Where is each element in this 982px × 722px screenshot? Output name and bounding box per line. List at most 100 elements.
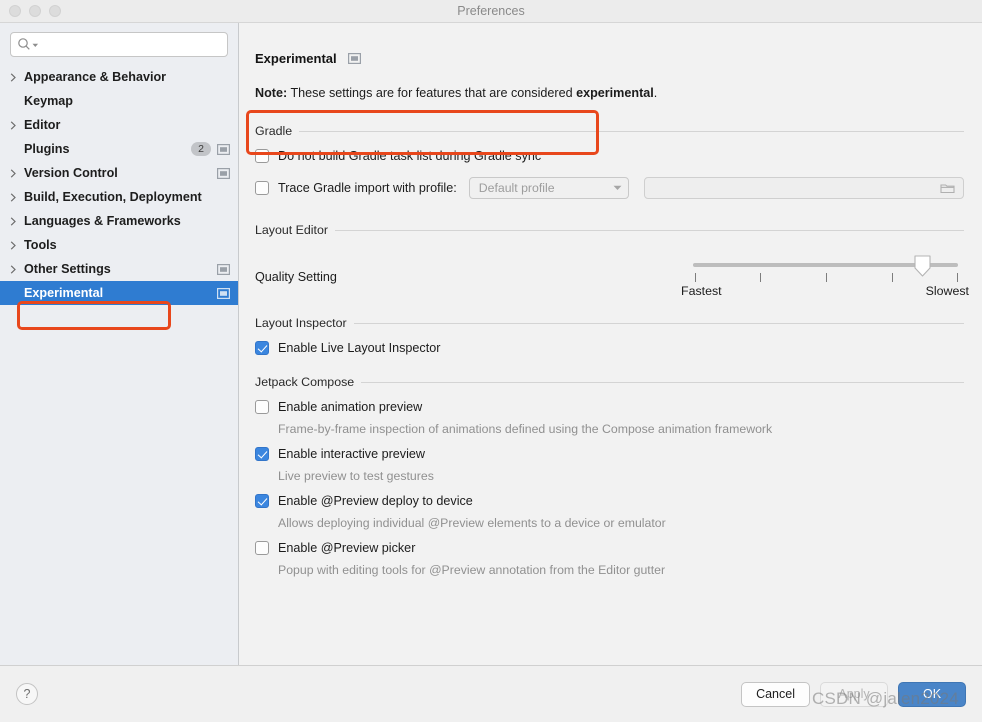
enable-interactive-preview-row[interactable]: Enable interactive preview: [255, 447, 964, 461]
enable-preview-deploy-to-device-checkbox[interactable]: [255, 494, 269, 508]
sidebar-item-label: Languages & Frameworks: [24, 214, 181, 228]
profile-path-field[interactable]: [643, 177, 964, 199]
chevron-right-icon[interactable]: [10, 192, 24, 202]
jetpack-compose-group-header: Jetpack Compose: [255, 375, 964, 389]
profile-select[interactable]: Default profile: [468, 177, 629, 199]
slider-tick: [695, 273, 696, 282]
slider-thumb[interactable]: [914, 255, 931, 277]
panel-icon: [347, 53, 361, 64]
sidebar-item-label: Build, Execution, Deployment: [24, 190, 202, 204]
layout-inspector-group-header: Layout Inspector: [255, 316, 964, 330]
close-icon[interactable]: [9, 5, 21, 17]
group-divider: [299, 130, 964, 132]
layout-inspector-group: Layout Inspector Enable Live Layout Insp…: [255, 316, 964, 355]
gradle-group-header: Gradle: [255, 124, 964, 138]
sidebar-item-keymap[interactable]: Keymap: [0, 89, 238, 113]
quality-setting-row: Quality Setting Fastest Slowest: [255, 254, 969, 298]
enable-preview-picker-row[interactable]: Enable @Preview picker: [255, 541, 964, 555]
gradle-group: Gradle Do not build Gradle task list dur…: [255, 124, 964, 199]
sidebar-item-label: Plugins: [24, 142, 70, 156]
sidebar-item-label: Tools: [24, 238, 57, 252]
panel-icon: [217, 263, 230, 275]
enable-animation-preview-label: Enable animation preview: [278, 400, 423, 414]
layout-inspector-group-label: Layout Inspector: [255, 316, 347, 330]
note-text: These settings are for features that are…: [287, 86, 577, 100]
enable-preview-picker-desc: Popup with editing tools for @Preview an…: [278, 563, 666, 577]
sidebar-item-experimental[interactable]: Experimental: [0, 281, 238, 305]
enable-preview-picker-checkbox[interactable]: [255, 541, 269, 555]
slider-tick: [892, 273, 893, 282]
profile-select-value: Default profile: [478, 181, 555, 195]
traffic-light-group: [9, 5, 61, 17]
enable-preview-deploy-to-device-row[interactable]: Enable @Preview deploy to device: [255, 494, 964, 508]
slider-tick: [957, 273, 958, 282]
experimental-note: Note: These settings are for features th…: [255, 86, 964, 100]
trace-gradle-import-label: Trace Gradle import with profile:: [278, 181, 457, 195]
layout-editor-group-label: Layout Editor: [255, 223, 329, 237]
chevron-right-icon[interactable]: [10, 168, 24, 178]
slider-tick: [760, 273, 761, 282]
chevron-down-icon[interactable]: [32, 36, 39, 54]
dialog-footer: ? Cancel Apply OK: [0, 666, 982, 722]
group-divider: [361, 381, 964, 383]
enable-animation-preview-checkbox[interactable]: [255, 400, 269, 414]
enable-preview-picker-label: Enable @Preview picker: [278, 541, 416, 555]
quality-setting-label: Quality Setting: [255, 270, 337, 284]
enable-live-layout-inspector-row[interactable]: Enable Live Layout Inspector: [255, 341, 964, 355]
jetpack-compose-group: Jetpack Compose Enable animation preview…: [255, 375, 964, 577]
enable-preview-deploy-to-device-desc: Allows deploying individual @Preview ele…: [278, 516, 666, 530]
sidebar-item-editor[interactable]: Editor: [0, 113, 238, 137]
chevron-right-icon[interactable]: [10, 120, 24, 130]
sidebar-item-build-execution-deployment[interactable]: Build, Execution, Deployment: [0, 185, 238, 209]
sidebar-item-tools[interactable]: Tools: [0, 233, 238, 257]
do-not-build-task-list-checkbox[interactable]: [255, 149, 269, 163]
footer-buttons: Cancel Apply OK: [741, 681, 966, 707]
sidebar-item-label: Version Control: [24, 166, 118, 180]
chevron-right-icon[interactable]: [10, 264, 24, 274]
gradle-group-label: Gradle: [255, 124, 293, 138]
help-button[interactable]: ?: [16, 683, 38, 705]
window-title: Preferences: [457, 4, 525, 18]
trace-gradle-import-checkbox[interactable]: [255, 181, 269, 195]
note-bold: experimental: [576, 86, 654, 100]
chevron-down-icon: [613, 183, 622, 193]
note-prefix: Note:: [255, 86, 288, 100]
enable-interactive-preview-checkbox[interactable]: [255, 447, 269, 461]
slider-max-label: Slowest: [925, 284, 969, 298]
sidebar-item-version-control[interactable]: Version Control: [0, 161, 238, 185]
sidebar-item-other-settings[interactable]: Other Settings: [0, 257, 238, 281]
enable-live-layout-inspector-label: Enable Live Layout Inspector: [278, 341, 441, 355]
enable-preview-deploy-to-device-label: Enable @Preview deploy to device: [278, 494, 473, 508]
preferences-window: Preferences Appearance & Behavior Keymap…: [0, 0, 982, 722]
sidebar-item-plugins[interactable]: Plugins 2: [0, 137, 238, 161]
ok-button[interactable]: OK: [898, 681, 966, 707]
settings-sidebar: Appearance & Behavior Keymap Editor Plug…: [0, 23, 239, 665]
search-input[interactable]: [39, 33, 221, 56]
zoom-icon[interactable]: [49, 5, 61, 17]
search-icon: [17, 37, 32, 52]
sidebar-item-label: Other Settings: [24, 262, 111, 276]
search-box[interactable]: [10, 32, 228, 57]
chevron-right-icon[interactable]: [10, 216, 24, 226]
slider-tick: [826, 273, 827, 282]
group-divider: [335, 229, 964, 231]
do-not-build-task-list-row[interactable]: Do not build Gradle task list during Gra…: [255, 149, 964, 163]
cancel-button[interactable]: Cancel: [741, 681, 810, 707]
panel-icon: [217, 287, 230, 299]
sidebar-item-label: Keymap: [24, 94, 73, 108]
enable-animation-preview-row[interactable]: Enable animation preview: [255, 400, 964, 414]
folder-icon[interactable]: [940, 182, 955, 194]
minimize-icon[interactable]: [29, 5, 41, 17]
apply-button[interactable]: Apply: [820, 681, 888, 707]
title-bar: Preferences: [0, 0, 982, 23]
sidebar-item-languages-frameworks[interactable]: Languages & Frameworks: [0, 209, 238, 233]
chevron-right-icon[interactable]: [10, 72, 24, 82]
chevron-right-icon[interactable]: [10, 240, 24, 250]
sidebar-item-label: Experimental: [24, 286, 104, 300]
settings-content-panel: Experimental Note: These settings are fo…: [239, 23, 982, 665]
enable-live-layout-inspector-checkbox[interactable]: [255, 341, 269, 355]
settings-tree: Appearance & Behavior Keymap Editor Plug…: [0, 63, 238, 665]
trace-gradle-import-row: Trace Gradle import with profile: Defaul…: [255, 177, 964, 199]
quality-slider[interactable]: Fastest Slowest: [681, 254, 969, 298]
sidebar-item-appearance-behavior[interactable]: Appearance & Behavior: [0, 65, 238, 89]
